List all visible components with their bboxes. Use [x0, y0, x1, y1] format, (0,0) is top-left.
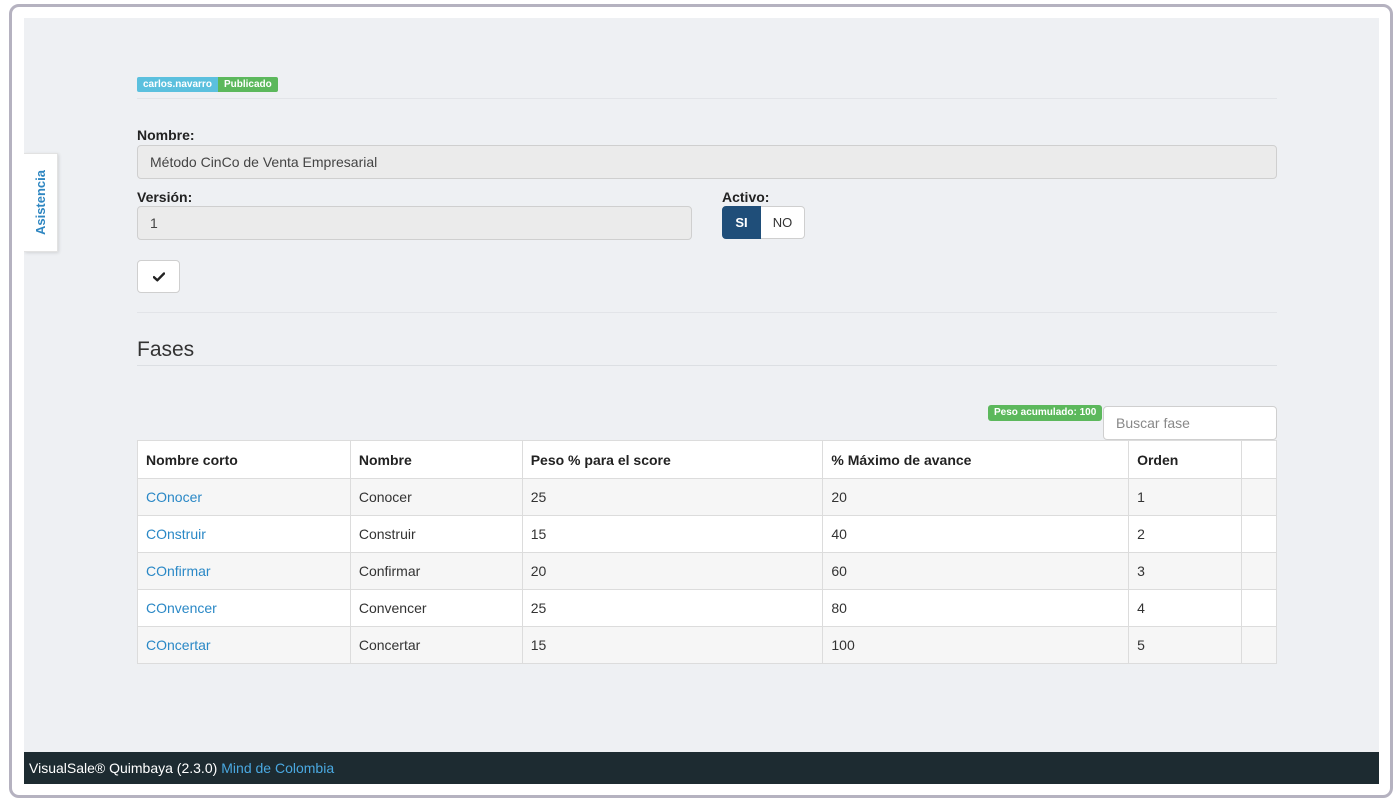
activo-no-button[interactable]: NO — [761, 206, 805, 239]
table-row: COnocer Conocer 25 20 1 — [137, 478, 1278, 516]
cell-peso: 20 — [521, 552, 824, 590]
cell-short-name: COnfirmar — [137, 552, 351, 590]
asistencia-tab[interactable]: Asistencia — [24, 153, 58, 252]
cell-actions — [1240, 626, 1278, 664]
fase-link[interactable]: COncertar — [146, 637, 211, 653]
footer-app-version: VisualSale® Quimbaya (2.3.0) — [29, 760, 218, 776]
cell-short-name: COncertar — [137, 626, 351, 664]
cell-actions — [1240, 552, 1278, 590]
user-badge: carlos.navarro — [137, 77, 218, 92]
cell-orden: 3 — [1128, 552, 1242, 590]
table-row: COncertar Concertar 15 100 5 — [137, 626, 1278, 664]
fases-table: Nombre corto Nombre Peso % para el score… — [137, 440, 1278, 664]
activo-toggle: SI NO — [722, 206, 805, 239]
cell-max-avance: 20 — [822, 478, 1130, 516]
cell-max-avance: 100 — [822, 626, 1130, 664]
cell-orden: 2 — [1128, 515, 1242, 553]
footer: VisualSale® Quimbaya (2.3.0) Mind de Col… — [24, 752, 1379, 784]
check-icon — [152, 271, 165, 281]
cell-peso: 25 — [521, 589, 824, 627]
asistencia-label: Asistencia — [33, 169, 49, 236]
cell-peso: 25 — [521, 478, 824, 516]
table-row: COnfirmar Confirmar 20 60 3 — [137, 552, 1278, 590]
nombre-field[interactable]: Método CinCo de Venta Empresarial — [137, 145, 1277, 179]
column-header-actions — [1240, 440, 1278, 479]
fases-title: Fases — [137, 338, 195, 361]
peso-acumulado-badge: Peso acumulado: 100 — [988, 405, 1103, 421]
cell-name: Concertar — [349, 626, 523, 664]
cell-max-avance: 60 — [822, 552, 1130, 590]
cell-name: Construir — [349, 515, 523, 553]
nombre-label: Nombre: — [137, 127, 195, 143]
app-area: Asistencia carlos.navarro Publicado Nomb… — [24, 18, 1379, 784]
cell-short-name: COnvencer — [137, 589, 351, 627]
table-header-row: Nombre corto Nombre Peso % para el score… — [137, 440, 1278, 479]
divider — [137, 98, 1277, 99]
footer-company-link[interactable]: Mind de Colombia — [221, 760, 334, 776]
version-label: Versión: — [137, 189, 193, 205]
cell-name: Confirmar — [349, 552, 523, 590]
cell-peso: 15 — [521, 515, 824, 553]
fase-link[interactable]: COnfirmar — [146, 563, 211, 579]
cell-actions — [1240, 515, 1278, 553]
column-header-nombre[interactable]: Nombre — [349, 440, 523, 479]
activo-label: Activo: — [722, 189, 770, 205]
column-header-peso[interactable]: Peso % para el score — [521, 440, 824, 479]
column-header-maximo-avance[interactable]: % Máximo de avance — [822, 440, 1130, 479]
fase-link[interactable]: COnstruir — [146, 526, 206, 542]
divider — [137, 312, 1277, 313]
divider — [137, 365, 1277, 366]
status-badge: Publicado — [217, 77, 278, 92]
fase-link[interactable]: COnvencer — [146, 600, 217, 616]
version-field[interactable]: 1 — [137, 206, 692, 240]
fase-link[interactable]: COnocer — [146, 489, 202, 505]
save-button[interactable] — [137, 260, 180, 293]
cell-orden: 1 — [1128, 478, 1242, 516]
table-row: COnvencer Convencer 25 80 4 — [137, 589, 1278, 627]
cell-max-avance: 80 — [822, 589, 1130, 627]
column-header-nombre-corto[interactable]: Nombre corto — [137, 440, 351, 479]
cell-actions — [1240, 478, 1278, 516]
cell-short-name: COnocer — [137, 478, 351, 516]
cell-peso: 15 — [521, 626, 824, 664]
cell-orden: 4 — [1128, 589, 1242, 627]
cell-actions — [1240, 589, 1278, 627]
cell-max-avance: 40 — [822, 515, 1130, 553]
cell-name: Convencer — [349, 589, 523, 627]
cell-short-name: COnstruir — [137, 515, 351, 553]
buscar-fase-input[interactable] — [1103, 406, 1277, 440]
table-row: COnstruir Construir 15 40 2 — [137, 515, 1278, 553]
cell-name: Conocer — [349, 478, 523, 516]
activo-si-button[interactable]: SI — [722, 206, 761, 239]
column-header-orden[interactable]: Orden — [1128, 440, 1242, 479]
cell-orden: 5 — [1128, 626, 1242, 664]
record-badges: carlos.navarro Publicado — [137, 77, 278, 92]
